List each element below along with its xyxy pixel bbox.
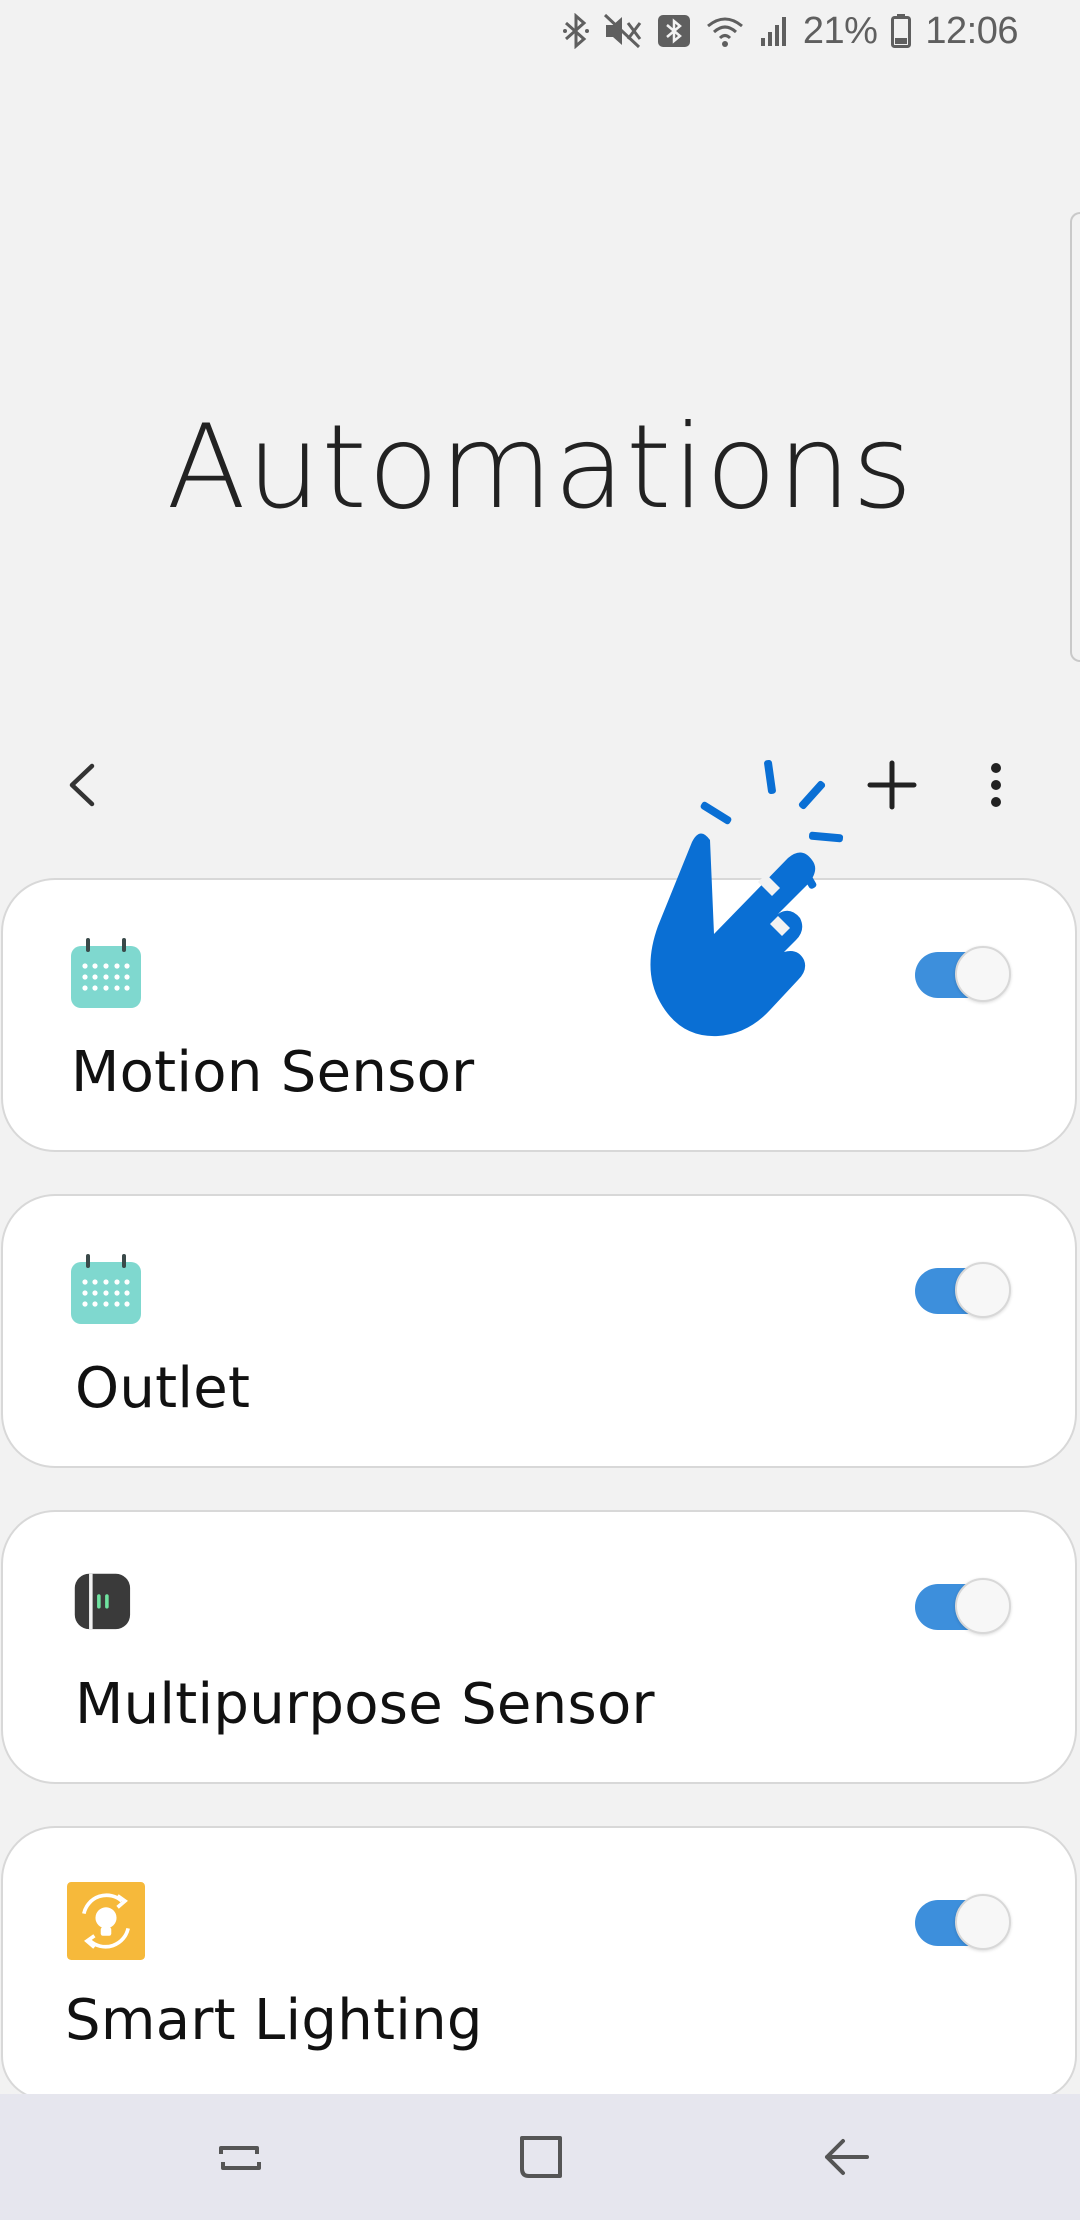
wifi-icon (705, 14, 745, 48)
action-bar (0, 740, 1080, 830)
automation-label: Motion Sensor (71, 1040, 475, 1105)
battery-percent: 21% (802, 9, 878, 52)
automation-toggle[interactable] (911, 1262, 1011, 1320)
calendar-icon (71, 938, 141, 1008)
signal-icon (759, 14, 789, 48)
automation-card-multipurpose-sensor[interactable]: Multipurpose Sensor (1, 1510, 1077, 1784)
back-nav-button[interactable] (816, 2127, 876, 2187)
navigation-bar (0, 2094, 1080, 2220)
automation-toggle[interactable] (911, 946, 1011, 1004)
back-button[interactable] (52, 755, 112, 815)
battery-icon (891, 14, 912, 48)
automation-card-motion-sensor[interactable]: Motion Sensor (1, 878, 1077, 1152)
automation-label: Multipurpose Sensor (75, 1672, 655, 1737)
automation-toggle[interactable] (911, 1894, 1011, 1952)
status-bar: 21% 12:06 (0, 0, 1080, 62)
mute-icon (603, 13, 643, 49)
calendar-icon (71, 1254, 141, 1324)
more-vertical-icon (991, 763, 1001, 807)
home-icon (520, 2136, 562, 2178)
toggle-knob (955, 946, 1011, 1002)
plus-icon (867, 760, 917, 810)
toggle-knob (955, 1894, 1011, 1950)
multipurpose-sensor-icon (74, 1573, 131, 1630)
home-button[interactable] (512, 2127, 572, 2187)
automation-card-outlet[interactable]: Outlet (1, 1194, 1077, 1468)
add-button[interactable] (862, 755, 922, 815)
automation-card-smart-lighting[interactable]: Smart Lighting (1, 1826, 1077, 2100)
bluetooth-connected-icon (657, 14, 691, 48)
recent-apps-button[interactable] (210, 2127, 270, 2187)
automation-toggle[interactable] (911, 1578, 1011, 1636)
toggle-knob (955, 1262, 1011, 1318)
smart-lighting-icon (67, 1882, 145, 1960)
bluetooth-icon (562, 13, 589, 49)
recent-apps-icon (219, 2146, 261, 2170)
clock: 12:06 (925, 9, 1018, 52)
more-options-button[interactable] (966, 755, 1026, 815)
chevron-left-icon (69, 763, 95, 807)
toggle-knob (955, 1578, 1011, 1634)
automation-label: Outlet (75, 1356, 251, 1421)
back-arrow-icon (825, 2139, 869, 2175)
page-title: Automations (166, 400, 914, 535)
automation-label: Smart Lighting (65, 1988, 483, 2053)
